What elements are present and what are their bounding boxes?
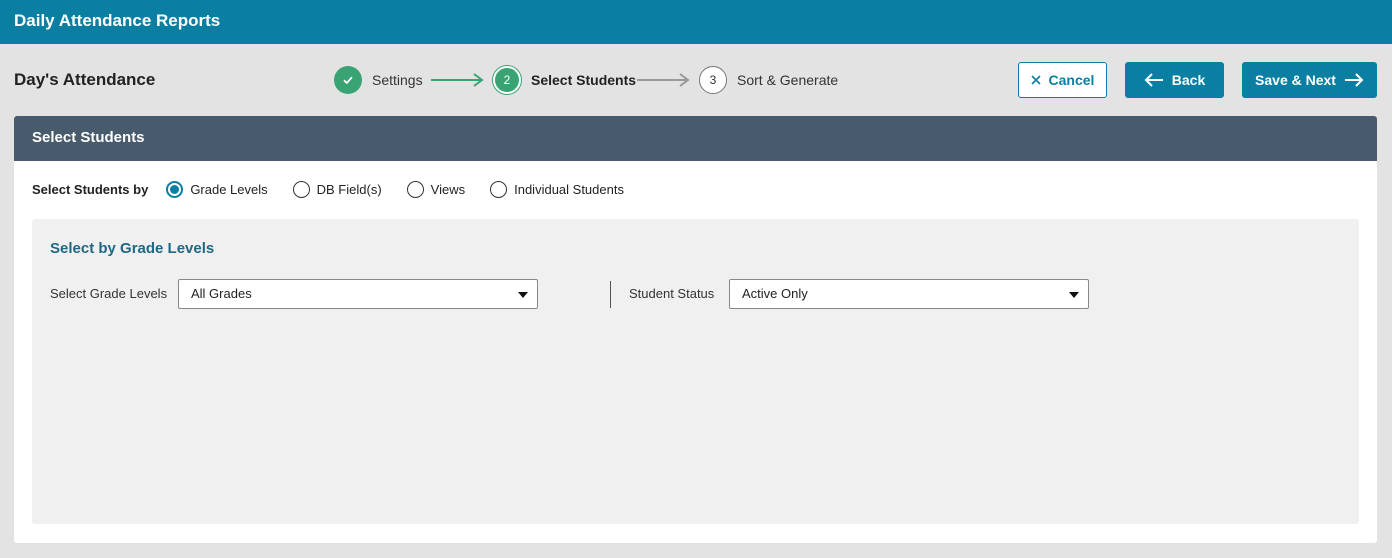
radio-button[interactable] bbox=[490, 181, 508, 198]
arrow-right-icon bbox=[1344, 73, 1364, 87]
radio-label-views: Views bbox=[430, 182, 466, 197]
cancel-button-label: Cancel bbox=[1048, 72, 1095, 88]
card-title: Select Students bbox=[14, 116, 1377, 161]
select-students-card: Select Students Select Students by Grade… bbox=[14, 116, 1377, 543]
select-by-radio-group: Select Students by Grade Levels DB Field… bbox=[32, 181, 649, 198]
back-button-label: Back bbox=[1171, 72, 1206, 88]
field-divider bbox=[610, 281, 611, 308]
grade-levels-value: All Grades bbox=[191, 286, 252, 301]
step-sort-generate-number: 3 bbox=[699, 66, 727, 94]
caret-down-icon bbox=[1069, 292, 1079, 298]
arrow-left-icon bbox=[1144, 73, 1163, 87]
save-next-button-label: Save & Next bbox=[1255, 72, 1336, 88]
step-settings-complete-icon[interactable] bbox=[334, 66, 362, 94]
radio-label-db-fields: DB Field(s) bbox=[316, 182, 382, 197]
step-arrow-icon bbox=[431, 73, 484, 87]
radio-db-fields[interactable]: DB Field(s) bbox=[292, 181, 382, 198]
close-icon bbox=[1030, 75, 1041, 85]
step-select-students-number: 2 bbox=[493, 66, 521, 94]
grade-levels-panel: Select by Grade Levels Select Grade Leve… bbox=[32, 219, 1359, 524]
step-label-select-students: Select Students bbox=[531, 72, 637, 88]
radio-label-grade-levels: Grade Levels bbox=[190, 182, 268, 197]
radio-button[interactable] bbox=[406, 181, 424, 198]
radio-individual-students[interactable]: Individual Students bbox=[490, 181, 624, 198]
step-label-settings[interactable]: Settings bbox=[372, 72, 423, 88]
save-next-button[interactable]: Save & Next bbox=[1242, 62, 1377, 98]
grade-levels-label: Select Grade Levels bbox=[50, 286, 168, 301]
radio-button[interactable] bbox=[292, 181, 310, 198]
app-title: Daily Attendance Reports bbox=[14, 11, 221, 30]
radio-views[interactable]: Views bbox=[406, 181, 466, 198]
radio-grade-levels[interactable]: Grade Levels bbox=[166, 181, 268, 198]
step-arrow-icon bbox=[637, 73, 690, 87]
student-status-value: Active Only bbox=[742, 286, 808, 301]
app-header: Daily Attendance Reports bbox=[0, 0, 1392, 44]
grade-levels-select[interactable]: All Grades bbox=[178, 279, 538, 309]
caret-down-icon bbox=[518, 292, 528, 298]
cancel-button[interactable]: Cancel bbox=[1018, 62, 1107, 98]
back-button[interactable]: Back bbox=[1125, 62, 1224, 98]
radio-label-individual-students: Individual Students bbox=[514, 182, 624, 197]
step-label-sort-generate: Sort & Generate bbox=[737, 72, 839, 88]
radio-button-checked[interactable] bbox=[166, 181, 184, 198]
section-heading: Select by Grade Levels bbox=[50, 240, 215, 257]
select-by-label: Select Students by bbox=[32, 182, 149, 197]
student-status-label: Student Status bbox=[629, 286, 715, 301]
page-title: Day's Attendance bbox=[14, 70, 156, 89]
student-status-select[interactable]: Active Only bbox=[729, 279, 1089, 309]
